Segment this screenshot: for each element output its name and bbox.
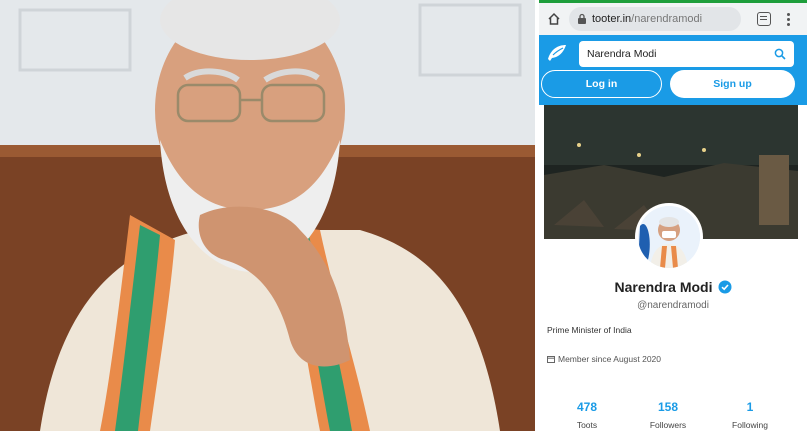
member-since: Member since August 2020 xyxy=(547,354,661,364)
stat-toots[interactable]: 478 Toots xyxy=(557,400,617,430)
photo-illustration xyxy=(0,0,535,431)
avatar[interactable] xyxy=(635,203,703,271)
lock-icon xyxy=(578,13,586,24)
profile-handle: @narendramodi xyxy=(637,300,709,311)
member-since-text: Member since August 2020 xyxy=(558,354,662,364)
tooter-logo-icon[interactable] xyxy=(546,43,568,63)
url-field[interactable]: tooter.in/narendramodi xyxy=(569,7,741,31)
site-header: Narendra Modi Log in Sign up xyxy=(539,35,807,105)
stat-toots-label: Toots xyxy=(576,420,598,430)
home-icon[interactable] xyxy=(545,10,563,28)
profile-name: Narendra Modi xyxy=(614,279,713,295)
stat-followers-label: Followers xyxy=(649,420,687,430)
url-host: tooter.in xyxy=(592,13,632,25)
browser-url-bar: tooter.in/narendramodi xyxy=(539,3,807,35)
search-input[interactable]: Narendra Modi xyxy=(579,41,794,67)
search-value: Narendra Modi xyxy=(587,48,657,60)
calendar-icon xyxy=(547,356,555,363)
verified-icon xyxy=(718,280,731,294)
phone-screenshot: tooter.in/narendramodi Narendra Modi Log… xyxy=(537,0,807,431)
signup-button[interactable]: Sign up xyxy=(670,70,795,98)
stat-following[interactable]: 1 Following xyxy=(720,400,780,430)
profile-name-row: Narendra Modi xyxy=(539,279,807,295)
tabs-icon[interactable] xyxy=(757,12,771,26)
search-icon[interactable] xyxy=(774,48,786,60)
stat-following-value: 1 xyxy=(746,400,754,414)
news-photo xyxy=(0,0,535,431)
stat-followers[interactable]: 158 Followers xyxy=(638,400,698,430)
stat-toots-value: 478 xyxy=(576,400,598,414)
login-button[interactable]: Log in xyxy=(541,70,662,98)
avatar-image xyxy=(638,206,700,268)
stat-followers-value: 158 xyxy=(657,400,679,414)
url-path: /narendramodi xyxy=(631,13,703,25)
menu-icon[interactable] xyxy=(787,12,790,26)
profile-bio: Prime Minister of India xyxy=(547,325,632,335)
stat-following-label: Following xyxy=(732,420,768,430)
